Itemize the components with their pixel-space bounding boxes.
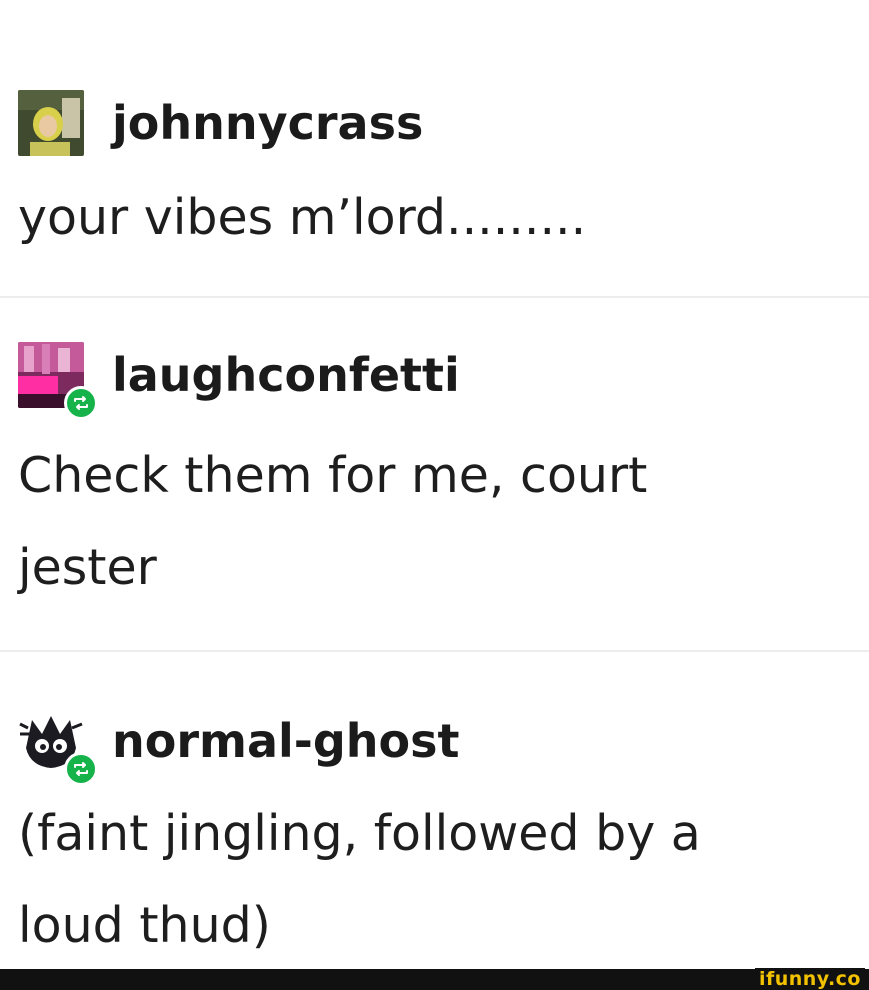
post-text: (faint jingling, followed by a loud thud… (18, 805, 701, 954)
reblog-icon (64, 386, 98, 420)
username[interactable]: laughconfetti (112, 348, 460, 402)
avatar[interactable] (18, 342, 98, 420)
user-photo-icon (18, 90, 84, 156)
post-text: your vibes m’lord......... (18, 189, 587, 246)
post-header: johnnycrass (18, 88, 423, 158)
post-johnnycrass: johnnycrass your vibes m’lord......... (0, 0, 869, 296)
ifunny-watermark: ifunny.co (754, 968, 865, 990)
post-header: normal-ghost (18, 706, 460, 786)
avatar[interactable] (18, 90, 84, 156)
reblog-icon (64, 752, 98, 786)
post-header: laughconfetti (18, 340, 460, 420)
post-text: Check them for me, court jester (18, 447, 648, 596)
footer-bar (0, 969, 869, 990)
post-laughconfetti: laughconfetti Check them for me, court j… (0, 298, 869, 650)
avatar[interactable] (18, 708, 98, 786)
post-normal-ghost: normal-ghost (faint jingling, followed b… (0, 652, 869, 968)
username[interactable]: johnnycrass (112, 96, 423, 150)
username[interactable]: normal-ghost (112, 714, 460, 768)
